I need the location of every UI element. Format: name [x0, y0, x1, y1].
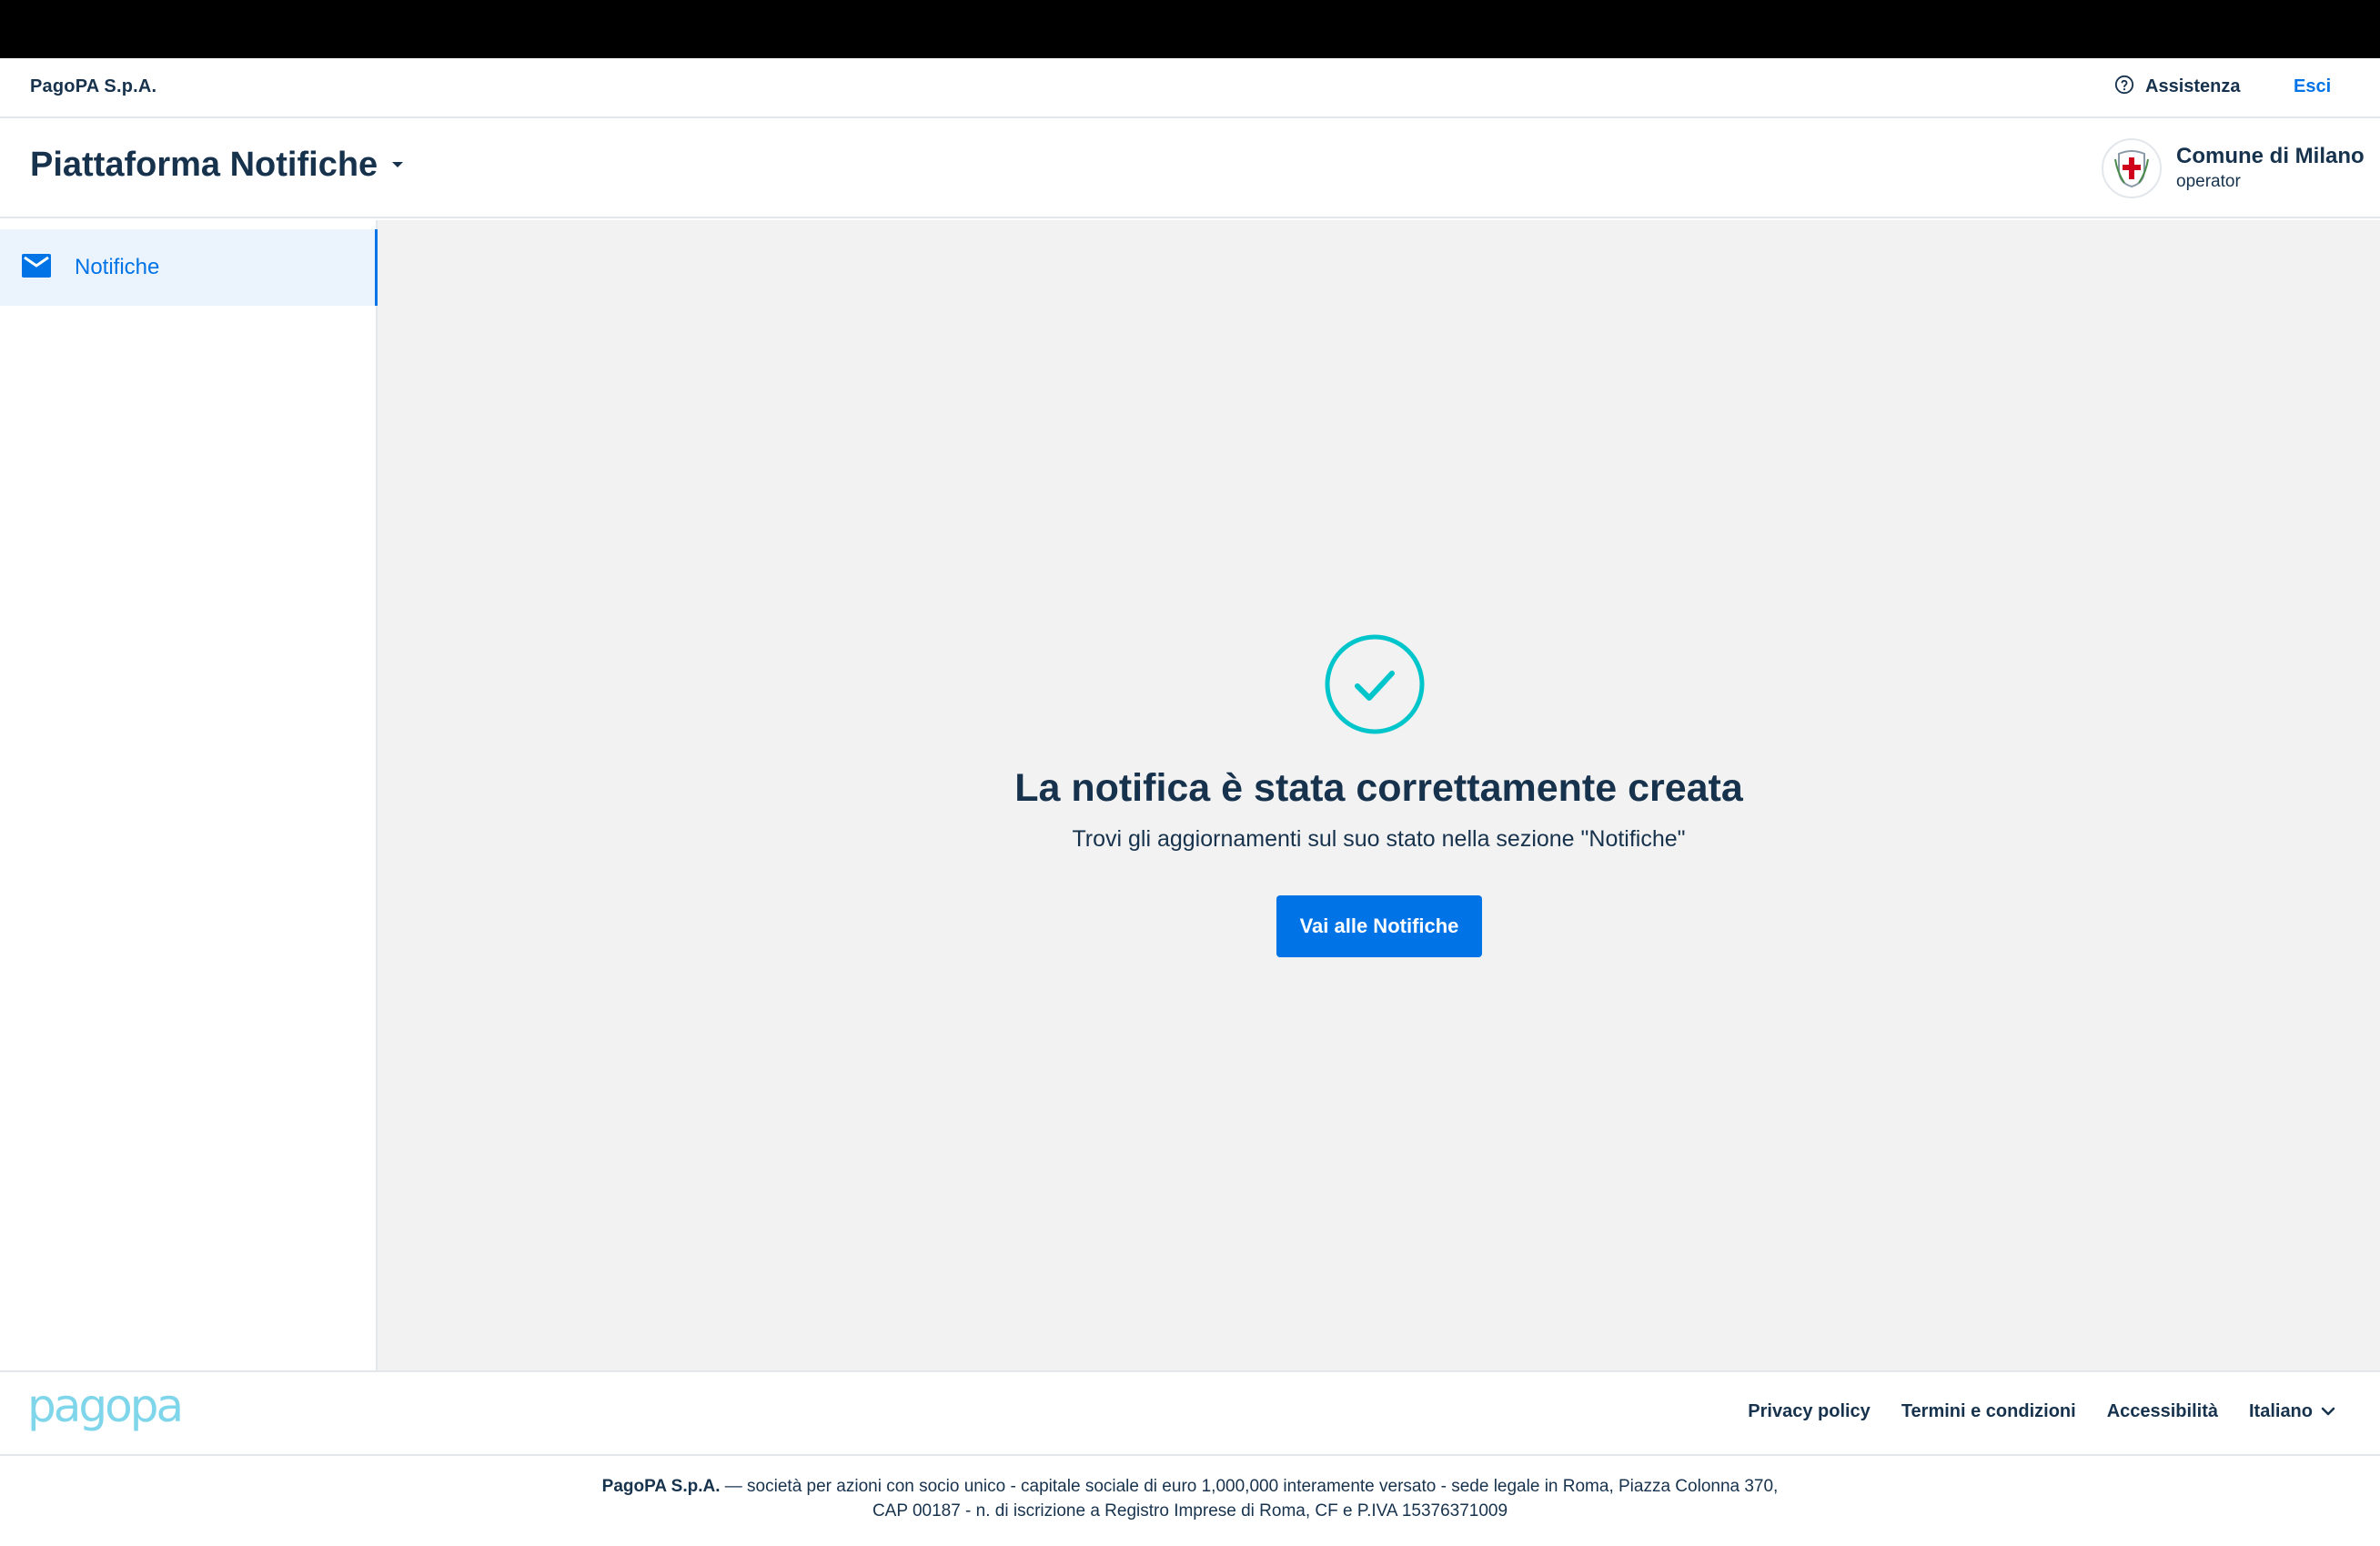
company-name: PagoPA S.p.A. [30, 76, 157, 96]
caret-down-icon [390, 157, 405, 174]
main-content: La notifica è stata correttamente creata… [378, 220, 2380, 1370]
product-header: Piattaforma Notifiche Comune di Milano o… [0, 118, 2380, 218]
party-switcher[interactable]: Comune di Milano operator [2102, 138, 2365, 198]
assistance-label: Assistenza [2145, 76, 2241, 96]
party-name: Comune di Milano [2176, 144, 2365, 168]
milano-coat-of-arms-icon [2114, 150, 2149, 188]
mail-icon [22, 253, 51, 282]
legal-info: PagoPA S.p.A. — società per azioni con s… [0, 1474, 2380, 1523]
go-to-notifications-button[interactable]: Vai alle Notifiche [1276, 895, 1482, 957]
party-avatar [2102, 138, 2162, 198]
legal-line-2: CAP 00187 - n. di iscrizione a Registro … [872, 1501, 1508, 1521]
terms-link[interactable]: Termini e condizioni [1901, 1401, 2076, 1422]
pagopa-logo[interactable]: pagopa [27, 1379, 184, 1440]
footer: pagopa Privacy policy Termini e condizio… [0, 1370, 2380, 1456]
legal-text-1: — società per azioni con socio unico - c… [720, 1477, 1779, 1496]
product-switcher[interactable]: Piattaforma Notifiche [30, 146, 405, 185]
assistance-button[interactable]: Assistenza [2114, 75, 2241, 99]
pagopa-logo-text: pagopa [27, 1387, 181, 1432]
legal-line-1: PagoPA S.p.A. — società per azioni con s… [0, 1474, 2380, 1499]
logout-button[interactable]: Esci [2294, 76, 2331, 97]
browser-top-bar [0, 0, 2380, 58]
language-selector[interactable]: Italiano [2249, 1401, 2336, 1422]
chevron-down-icon [2320, 1401, 2336, 1422]
sidebar-item-notifiche[interactable]: Notifiche [0, 229, 378, 306]
sidebar: Notifiche [0, 220, 378, 1370]
check-circle-icon [1324, 633, 1426, 740]
privacy-policy-link[interactable]: Privacy policy [1748, 1401, 1871, 1422]
language-label: Italiano [2248, 1401, 2313, 1421]
product-title: Piattaforma Notifiche [30, 146, 378, 184]
success-title: La notifica è stata correttamente creata [1014, 766, 1743, 810]
sidebar-item-label: Notifiche [75, 255, 160, 279]
footer-links: Privacy policy Termini e condizioni Acce… [1748, 1401, 2336, 1422]
success-subtitle: Trovi gli aggiornamenti sul suo stato ne… [1072, 826, 1686, 852]
legal-company: PagoPA S.p.A. [601, 1477, 721, 1496]
help-circle-icon [2114, 75, 2134, 99]
party-role: operator [2176, 172, 2241, 191]
accessibility-link[interactable]: Accessibilità [2107, 1401, 2218, 1422]
account-header: PagoPA S.p.A. Assistenza Esci [0, 58, 2380, 118]
